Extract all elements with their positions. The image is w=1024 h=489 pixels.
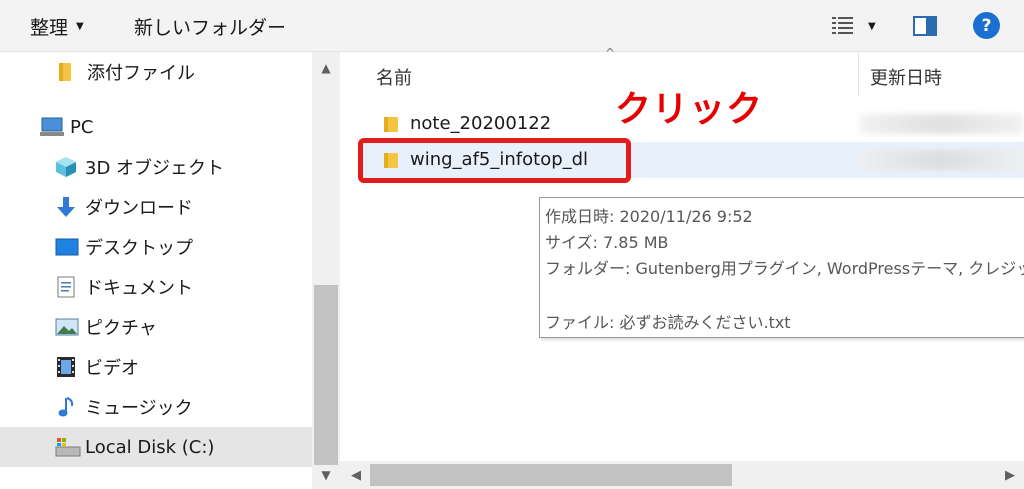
sidebar-item-label: ピクチャ [85,318,157,339]
help-icon: ? [981,15,992,36]
sidebar-item-local-disk[interactable]: Local Disk (C:) [0,427,312,467]
organize-label: 整理 [30,16,69,39]
annotation-highlight-box [358,138,631,183]
sidebar-item-videos[interactable]: ビデオ [0,347,312,387]
pictures-icon [55,318,79,338]
tooltip-folders: フォルダー: Gutenberg用プラグイン, WordPressテーマ, クレ… [545,259,1024,278]
sidebar-scrollbar[interactable]: ▲ ▼ [312,52,340,489]
file-name: note_20200122 [410,113,552,134]
sidebar-item-documents[interactable]: ドキュメント [0,267,312,307]
details-view-icon[interactable] [832,15,854,37]
scrollbar-thumb[interactable] [314,285,338,465]
scroll-down-icon[interactable]: ▼ [312,461,340,489]
sidebar-item-downloads[interactable]: ダウンロード [0,187,312,227]
music-icon [57,396,79,417]
column-header-date-modified[interactable]: 更新日時 [870,64,942,90]
scroll-right-icon[interactable]: ▶ [996,461,1024,489]
sidebar-item-label: PC [70,116,94,138]
desktop-icon [55,238,79,258]
sidebar-item-label: デスクトップ [85,238,193,259]
annotation-click-label: クリック [615,89,764,130]
blurred-date [860,150,1024,170]
download-icon [56,196,78,217]
sidebar-item-pictures[interactable]: ピクチャ [0,307,312,347]
command-bar: 整理 ▼ 新しいフォルダー ▼ ? [0,0,1024,52]
view-options-caret-icon[interactable]: ▼ [868,18,876,34]
column-divider[interactable] [858,52,859,96]
caret-down-icon: ▼ [76,20,84,32]
sidebar-item-label: ミュージック [85,398,193,419]
folder-tooltip: 作成日時: 2020/11/26 9:52 サイズ: 7.85 MB フォルダー… [539,197,1024,338]
sidebar-item-label: Local Disk (C:) [85,436,215,458]
navigation-pane: 添付ファイル PC 3D オブジェクト ダウンロード デスクトップ ドキュメント [0,52,312,489]
new-folder-button[interactable]: 新しいフォルダー [134,0,286,52]
local-disk-icon [55,437,81,457]
preview-pane-icon[interactable] [913,15,937,37]
sidebar-item-label: ビデオ [85,358,139,379]
sidebar-item-label: ダウンロード [85,198,193,219]
blurred-date [860,114,1024,134]
tooltip-created: 作成日時: 2020/11/26 9:52 [545,207,753,226]
documents-icon [57,276,79,298]
organize-button[interactable]: 整理 ▼ [30,0,84,52]
sidebar-item-desktop[interactable]: デスクトップ [0,227,312,267]
sidebar-item-attachments[interactable]: 添付ファイル [0,52,312,92]
new-folder-label: 新しいフォルダー [134,16,287,39]
sidebar-item-pc[interactable]: PC [0,107,312,147]
tooltip-files: ファイル: 必ずお読みください.txt [545,313,791,332]
scroll-left-icon[interactable]: ◀ [342,461,370,489]
sidebar-item-label: 添付ファイル [87,63,195,84]
pc-icon [40,117,64,137]
file-list: ^ 名前 更新日時 note_20200122 wing_af5_infotop… [340,46,1024,489]
sidebar-item-label: 3D オブジェクト [85,158,225,179]
sidebar-item-3d-objects[interactable]: 3D オブジェクト [0,147,312,187]
sort-ascending-icon: ^ [605,46,616,60]
scroll-up-icon[interactable]: ▲ [312,54,340,82]
help-button[interactable]: ? [973,12,1000,39]
folder-icon [57,62,79,82]
folder-icon [382,116,400,133]
horizontal-scrollbar[interactable]: ◀ ▶ [340,461,1024,489]
3d-objects-icon [55,156,77,177]
column-header-name[interactable]: 名前 [376,64,412,90]
videos-icon [56,356,78,377]
sidebar-item-label: ドキュメント [85,278,193,299]
tooltip-size: サイズ: 7.85 MB [545,233,669,252]
scrollbar-thumb[interactable] [370,464,732,486]
sidebar-item-music[interactable]: ミュージック [0,387,312,427]
